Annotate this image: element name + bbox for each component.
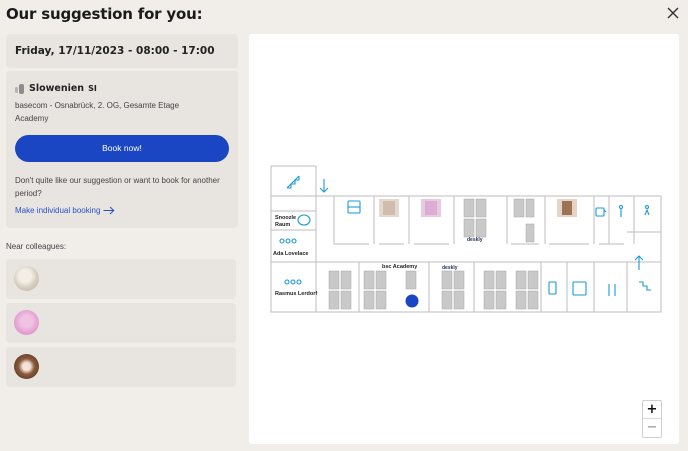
brand-label: deskly	[467, 237, 483, 243]
colleague-item[interactable]	[6, 347, 236, 387]
room-icon	[15, 83, 25, 94]
avatar	[14, 266, 39, 291]
room-badge: SI	[88, 84, 97, 93]
room-label-ada[interactable]: Ada Lovelace	[273, 251, 308, 257]
selected-desk-marker[interactable]	[405, 294, 419, 308]
close-icon[interactable]	[666, 6, 680, 20]
arrow-down-icon	[319, 179, 329, 193]
brand-label: deskly	[442, 265, 458, 271]
zoom-out-button[interactable]: −	[643, 419, 661, 437]
sleep-icon	[297, 214, 311, 226]
room-label-rasmus[interactable]: Rasmus Lerdorf	[275, 291, 317, 297]
dialog-header: Our suggestion for you:	[0, 0, 688, 30]
suggestion-panel: Friday, 17/11/2023 - 08:00 - 17:00 Slowe…	[6, 34, 238, 228]
room-area: Academy	[15, 114, 49, 123]
avatar	[14, 354, 39, 379]
floor-map[interactable]: Snoozle Raum Ada Lovelace Rasmus Lerdorf…	[249, 34, 679, 444]
alternative-hint: Don't quite like our suggestion or want …	[15, 176, 220, 198]
female-restroom-icon	[644, 204, 650, 216]
elevator-icon	[572, 281, 587, 296]
zoom-control: + −	[642, 400, 662, 438]
restaurant-icon	[608, 284, 616, 296]
colleague-item[interactable]	[6, 303, 236, 343]
arrow-right-icon	[103, 206, 115, 215]
phone-booth-icon	[548, 281, 557, 295]
coffee-icon	[595, 207, 607, 217]
stairs-icon	[639, 281, 651, 291]
suggestion-card: Slowenien SI basecom - Osnabrück, 2. OG,…	[6, 71, 238, 228]
date-card: Friday, 17/11/2023 - 08:00 - 17:00	[6, 34, 238, 68]
room-line: Slowenien SI	[15, 83, 229, 94]
colleague-item[interactable]	[6, 259, 236, 299]
room-name: Slowenien	[29, 83, 85, 94]
floor-plan: Snoozle Raum Ada Lovelace Rasmus Lerdorf…	[270, 165, 662, 313]
arrow-up-icon	[634, 255, 644, 270]
dialog-title: Our suggestion for you:	[6, 5, 203, 23]
avatar	[14, 310, 39, 335]
people-icon	[279, 238, 297, 244]
book-now-button[interactable]: Book now!	[15, 135, 229, 162]
individual-booking-label: Make individual booking	[15, 206, 101, 215]
male-restroom-icon	[618, 204, 624, 217]
room-label-snoozle-2: Raum	[275, 222, 290, 228]
room-label-snoozle: Snoozle	[275, 215, 296, 221]
individual-booking-link[interactable]: Make individual booking	[15, 206, 115, 215]
booking-date-time: Friday, 17/11/2023 - 08:00 - 17:00	[15, 45, 215, 57]
room-label-bsc[interactable]: bsc Academy	[382, 264, 418, 270]
near-colleagues-label: Near colleagues:	[6, 242, 67, 251]
zoom-in-button[interactable]: +	[643, 401, 661, 419]
people-icon	[284, 279, 302, 285]
room-location: basecom - Osnabrück, 2. OG, Gesamte Etag…	[15, 101, 180, 110]
